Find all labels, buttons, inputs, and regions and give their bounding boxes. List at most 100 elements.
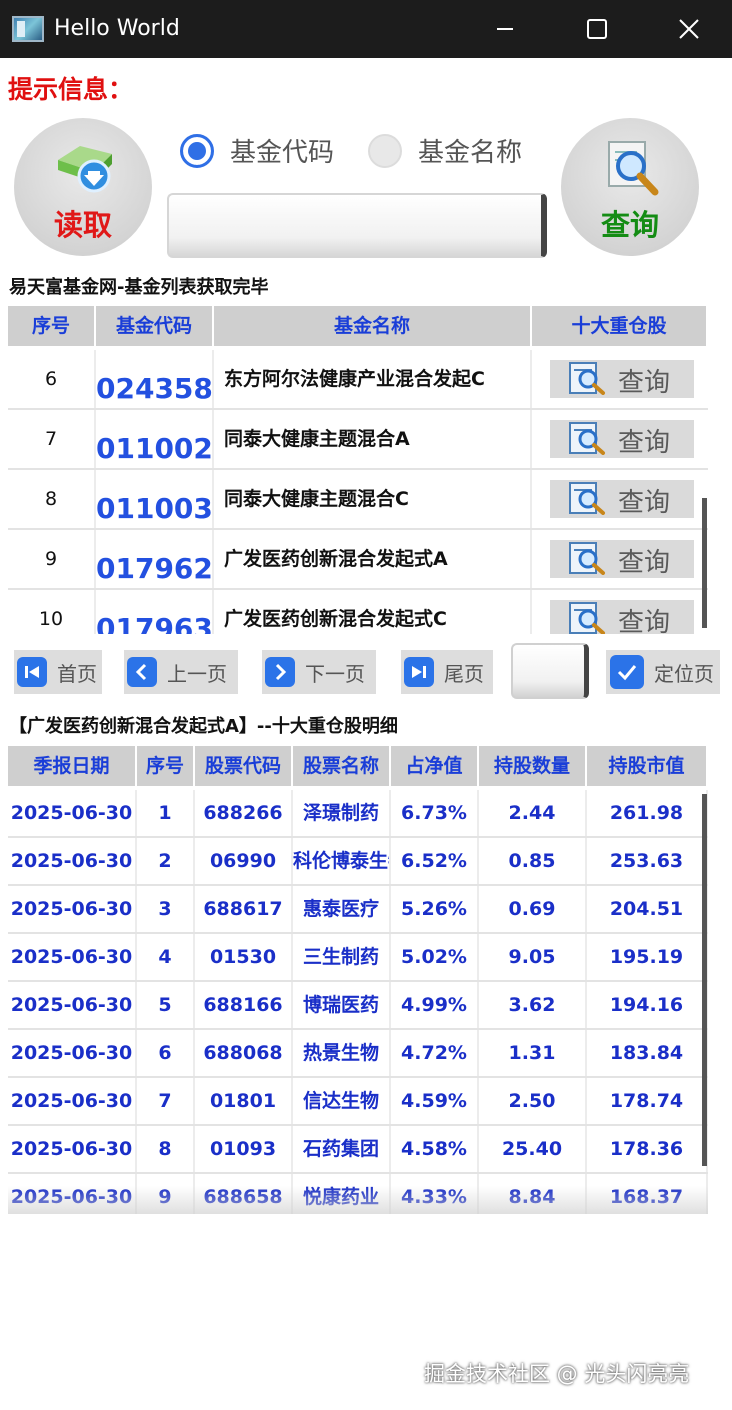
fund-action-cell: 查询 xyxy=(532,530,708,588)
column-header[interactable]: 序号 xyxy=(8,306,96,346)
share-count: 8.84 xyxy=(479,1174,587,1214)
stock-code: 688266 xyxy=(195,790,293,836)
net-value-ratio: 6.52% xyxy=(391,838,479,884)
table-row[interactable]: 2025-06-30 5 688166 博瑞医药 4.99% 3.62 194.… xyxy=(8,982,708,1030)
fund-name: 广发医药创新混合发起式C xyxy=(214,590,532,634)
fund-name: 同泰大健康主题混合A xyxy=(214,410,532,468)
holdings-list[interactable]: 2025-06-30 1 688266 泽璟制药 6.73% 2.44 261.… xyxy=(8,790,708,1214)
holding-seq: 1 xyxy=(137,790,195,836)
stock-name: 石药集团 xyxy=(293,1126,391,1172)
minimize-icon xyxy=(497,28,513,30)
fund-code: 017962 xyxy=(96,530,214,588)
stock-name: 科伦博泰生物-B xyxy=(293,838,391,884)
row-query-button[interactable]: 查询 xyxy=(550,360,694,398)
table-row[interactable]: 2025-06-30 7 01801 信达生物 4.59% 2.50 178.7… xyxy=(8,1078,708,1126)
holdings-scrollbar[interactable] xyxy=(702,794,707,1166)
column-header[interactable]: 基金名称 xyxy=(214,306,532,346)
market-value: 178.36 xyxy=(587,1126,708,1172)
holding-seq: 8 xyxy=(137,1126,195,1172)
radio-fund-code[interactable]: 基金代码 xyxy=(180,132,334,169)
fund-row[interactable]: 10 017963 广发医药创新混合发起式C 查询 xyxy=(8,590,708,634)
query-button[interactable]: 查询 xyxy=(561,118,699,256)
column-header[interactable]: 序号 xyxy=(137,746,195,786)
net-value-ratio: 4.33% xyxy=(391,1174,479,1214)
search-input[interactable] xyxy=(167,193,547,258)
fund-row[interactable]: 9 017962 广发医药创新混合发起式A 查询 xyxy=(8,530,708,590)
fund-list-scrollbar[interactable] xyxy=(702,498,707,628)
report-date: 2025-06-30 xyxy=(8,1078,137,1124)
row-query-button[interactable]: 查询 xyxy=(550,540,694,578)
market-value: 194.16 xyxy=(587,982,708,1028)
share-count: 3.62 xyxy=(479,982,587,1028)
table-row[interactable]: 2025-06-30 8 01093 石药集团 4.58% 25.40 178.… xyxy=(8,1126,708,1174)
holding-seq: 6 xyxy=(137,1030,195,1076)
last-page-button[interactable]: 尾页 xyxy=(401,650,493,694)
column-header[interactable]: 十大重仓股 xyxy=(532,306,708,346)
report-date: 2025-06-30 xyxy=(8,886,137,932)
status-text: 易天富基金网-基金列表获取完毕 xyxy=(9,277,269,298)
row-query-label: 查询 xyxy=(618,488,671,518)
column-header[interactable]: 占净值 xyxy=(391,746,479,786)
fund-row[interactable]: 7 011002 同泰大健康主题混合A 查询 xyxy=(8,410,708,470)
stock-name: 悦康药业 xyxy=(293,1174,391,1214)
holding-seq: 9 xyxy=(137,1174,195,1214)
maximize-icon xyxy=(587,19,607,39)
row-query-label: 查询 xyxy=(618,548,671,578)
first-page-button[interactable]: 首页 xyxy=(14,650,102,694)
fund-table-header: 序号 基金代码 基金名称 十大重仓股 xyxy=(8,306,708,346)
table-row[interactable]: 2025-06-30 6 688068 热景生物 4.72% 1.31 183.… xyxy=(8,1030,708,1078)
column-header[interactable]: 持股市值 xyxy=(587,746,708,786)
fund-action-cell: 查询 xyxy=(532,590,708,634)
holding-seq: 3 xyxy=(137,886,195,932)
table-row[interactable]: 2025-06-30 3 688617 惠泰医疗 5.26% 0.69 204.… xyxy=(8,886,708,934)
share-count: 0.69 xyxy=(479,886,587,932)
fund-row[interactable]: 8 011003 同泰大健康主题混合C 查询 xyxy=(8,470,708,530)
next-page-button[interactable]: 下一页 xyxy=(262,650,376,694)
stock-code: 688658 xyxy=(195,1174,293,1214)
column-header[interactable]: 基金代码 xyxy=(96,306,214,346)
watermark: 掘金技术社区 @ 光头闪亮亮 xyxy=(424,1362,690,1386)
table-row[interactable]: 2025-06-30 4 01530 三生制药 5.02% 9.05 195.1… xyxy=(8,934,708,982)
fund-list[interactable]: 6 024358 东方阿尔法健康产业混合发起C 查询 7 011002 同泰大健… xyxy=(8,350,708,634)
share-count: 2.44 xyxy=(479,790,587,836)
fund-seq: 9 xyxy=(8,530,96,588)
fund-code: 011003 xyxy=(96,470,214,528)
net-value-ratio: 4.99% xyxy=(391,982,479,1028)
locate-page-button[interactable]: 定位页 xyxy=(606,650,720,694)
row-query-button[interactable]: 查询 xyxy=(550,600,694,634)
fund-seq: 8 xyxy=(8,470,96,528)
download-folder-icon xyxy=(58,146,112,193)
maximize-button[interactable] xyxy=(574,8,620,50)
next-page-label: 下一页 xyxy=(305,661,365,686)
net-value-ratio: 5.26% xyxy=(391,886,479,932)
minimize-button[interactable] xyxy=(482,8,528,50)
share-count: 1.31 xyxy=(479,1030,587,1076)
report-date: 2025-06-30 xyxy=(8,838,137,884)
stock-name: 惠泰医疗 xyxy=(293,886,391,932)
column-header[interactable]: 股票代码 xyxy=(195,746,293,786)
fund-row[interactable]: 6 024358 东方阿尔法健康产业混合发起C 查询 xyxy=(8,350,708,410)
table-row[interactable]: 2025-06-30 1 688266 泽璟制药 6.73% 2.44 261.… xyxy=(8,790,708,838)
report-date: 2025-06-30 xyxy=(8,1126,137,1172)
window-title: Hello World xyxy=(54,16,180,41)
column-header[interactable]: 股票名称 xyxy=(293,746,391,786)
table-row[interactable]: 2025-06-30 9 688658 悦康药业 4.33% 8.84 168.… xyxy=(8,1174,708,1214)
column-header[interactable]: 持股数量 xyxy=(479,746,587,786)
last-page-label: 尾页 xyxy=(444,661,484,686)
page-number-input[interactable] xyxy=(511,643,589,699)
market-value: 261.98 xyxy=(587,790,708,836)
net-value-ratio: 4.72% xyxy=(391,1030,479,1076)
holdings-table-header: 季报日期 序号 股票代码 股票名称 占净值 持股数量 持股市值 xyxy=(8,746,708,786)
row-query-button[interactable]: 查询 xyxy=(550,420,694,458)
close-button[interactable] xyxy=(666,8,712,50)
radio-fund-name[interactable]: 基金名称 xyxy=(368,132,522,169)
row-query-label: 查询 xyxy=(618,368,671,398)
magnifier-document-icon xyxy=(569,362,605,395)
table-row[interactable]: 2025-06-30 2 06990 科伦博泰生物-B 6.52% 0.85 2… xyxy=(8,838,708,886)
prev-page-button[interactable]: 上一页 xyxy=(124,650,238,694)
column-header[interactable]: 季报日期 xyxy=(8,746,137,786)
share-count: 0.85 xyxy=(479,838,587,884)
row-query-button[interactable]: 查询 xyxy=(550,480,694,518)
read-button[interactable]: 读取 xyxy=(14,118,152,256)
share-count: 2.50 xyxy=(479,1078,587,1124)
